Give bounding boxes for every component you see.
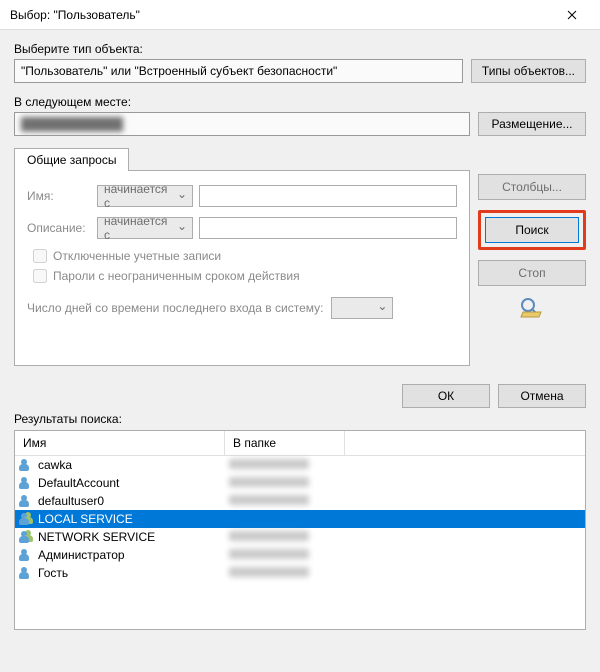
item-folder	[225, 548, 345, 562]
description-input[interactable]	[199, 217, 457, 239]
list-item[interactable]: cawka	[15, 456, 585, 474]
days-since-login-combo[interactable]	[331, 297, 393, 319]
users-icon	[19, 512, 35, 526]
list-item[interactable]: LOCAL SERVICE	[15, 510, 585, 528]
results-list[interactable]: Имя В папке cawka DefaultAccount defaultus…	[14, 430, 586, 630]
results-header: Имя В папке	[15, 431, 585, 456]
item-folder	[225, 530, 345, 544]
search-button[interactable]: Поиск	[485, 217, 579, 243]
dialog-content: Выберите тип объекта: "Пользователь" или…	[0, 30, 600, 672]
description-label: Описание:	[27, 221, 91, 235]
titlebar: Выбор: "Пользователь"	[0, 0, 600, 30]
tab-strip: Общие запросы	[14, 148, 470, 170]
users-icon	[19, 530, 35, 544]
list-item[interactable]: Гость	[15, 564, 585, 582]
results-label: Результаты поиска:	[14, 412, 586, 426]
user-icon	[19, 566, 35, 580]
item-name: Гость	[38, 566, 68, 580]
item-name: NETWORK SERVICE	[38, 530, 155, 544]
column-name[interactable]: Имя	[15, 431, 225, 455]
ok-button[interactable]: ОК	[402, 384, 490, 408]
item-name: cawka	[38, 458, 72, 472]
name-label: Имя:	[27, 189, 91, 203]
disabled-accounts-label: Отключенные учетные записи	[53, 249, 221, 263]
location-field: ████████████	[14, 112, 470, 136]
description-match-combo[interactable]: начинается с	[97, 217, 193, 239]
list-item[interactable]: DefaultAccount	[15, 474, 585, 492]
cancel-button[interactable]: Отмена	[498, 384, 586, 408]
search-highlight: Поиск	[478, 210, 586, 250]
item-folder	[225, 566, 345, 580]
locations-button[interactable]: Размещение...	[478, 112, 586, 136]
close-icon	[567, 10, 577, 20]
item-folder	[225, 494, 345, 508]
columns-button[interactable]: Столбцы...	[478, 174, 586, 200]
object-type-field: "Пользователь" или "Встроенный субъект б…	[14, 59, 463, 83]
user-icon	[19, 458, 35, 472]
list-item[interactable]: Администратор	[15, 546, 585, 564]
item-folder	[225, 458, 345, 472]
window-title: Выбор: "Пользователь"	[10, 8, 140, 22]
find-folder-icon	[518, 296, 546, 318]
nonexpiring-passwords-label: Пароли с неограниченным сроком действия	[53, 269, 300, 283]
object-type-label: Выберите тип объекта:	[14, 42, 586, 56]
tab-body: Имя: начинается с Описание: начинается с…	[14, 170, 470, 366]
user-icon	[19, 494, 35, 508]
name-match-combo[interactable]: начинается с	[97, 185, 193, 207]
close-button[interactable]	[552, 1, 592, 29]
nonexpiring-passwords-checkbox[interactable]	[33, 269, 47, 283]
stop-button[interactable]: Стоп	[478, 260, 586, 286]
disabled-accounts-checkbox[interactable]	[33, 249, 47, 263]
user-icon	[19, 476, 35, 490]
list-item[interactable]: NETWORK SERVICE	[15, 528, 585, 546]
object-types-button[interactable]: Типы объектов...	[471, 59, 586, 83]
item-name: LOCAL SERVICE	[38, 512, 133, 526]
column-folder[interactable]: В папке	[225, 431, 345, 455]
list-item[interactable]: defaultuser0	[15, 492, 585, 510]
item-name: defaultuser0	[38, 494, 104, 508]
days-since-login-label: Число дней со времени последнего входа в…	[27, 301, 323, 315]
user-icon	[19, 548, 35, 562]
name-input[interactable]	[199, 185, 457, 207]
location-label: В следующем месте:	[14, 95, 586, 109]
item-name: Администратор	[38, 548, 125, 562]
item-name: DefaultAccount	[38, 476, 119, 490]
item-folder	[225, 476, 345, 490]
tab-common-queries[interactable]: Общие запросы	[14, 148, 129, 171]
